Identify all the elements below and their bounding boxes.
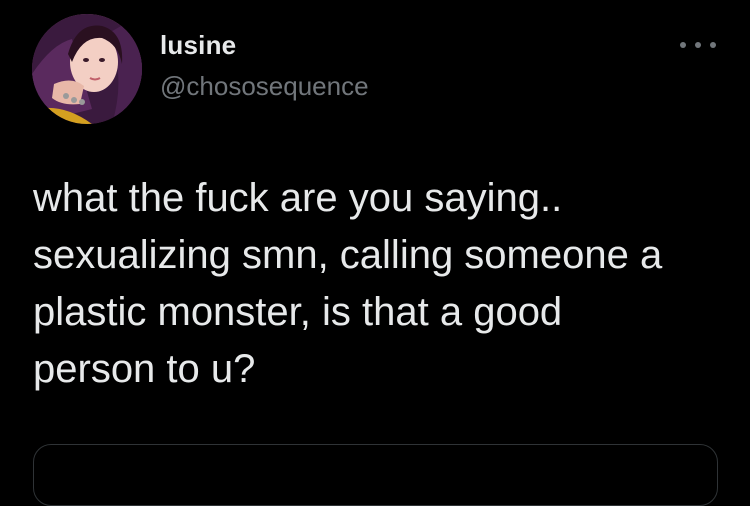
tweet: lusine @chososequence what the fuck are … [0, 0, 750, 506]
dot [710, 42, 716, 48]
display-name[interactable]: lusine [160, 30, 236, 61]
user-handle[interactable]: @chososequence [160, 71, 369, 102]
tweet-text: what the fuck are you saying.. sexualizi… [33, 176, 663, 391]
avatar[interactable] [32, 14, 142, 124]
quote-card[interactable] [33, 444, 718, 506]
dot [680, 42, 686, 48]
more-horizontal-icon[interactable] [680, 30, 716, 60]
dot [695, 42, 701, 48]
avatar-image [32, 14, 142, 124]
